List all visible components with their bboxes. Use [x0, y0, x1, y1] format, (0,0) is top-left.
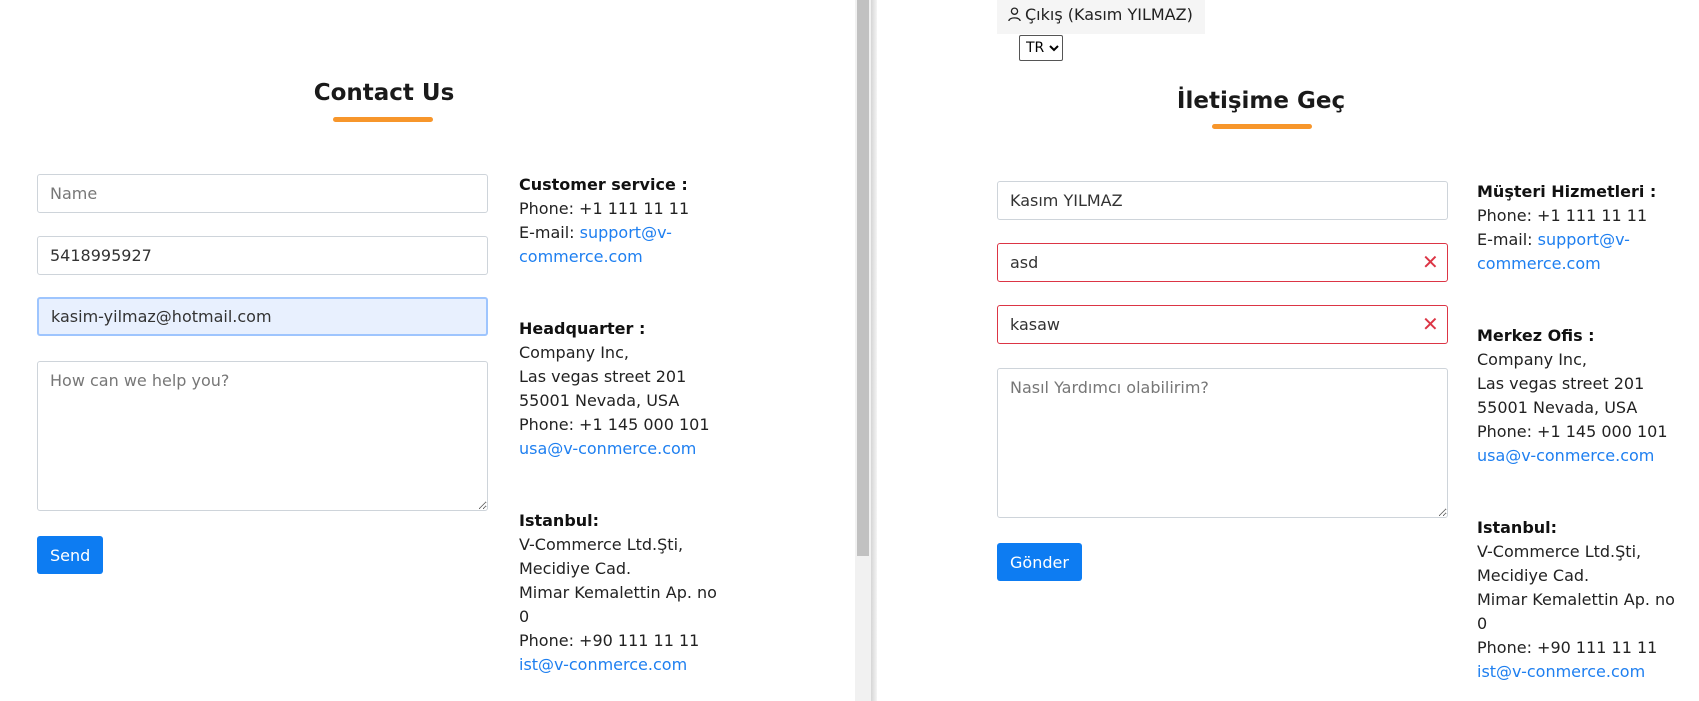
support-email-link-cont[interactable]: commerce.com: [1477, 252, 1697, 276]
hq-line: Company Inc,: [1477, 350, 1587, 369]
istanbul-line: Mecidiye Cad.: [1477, 566, 1590, 585]
customer-service-phone: Phone: +1 111 11 11: [519, 199, 690, 218]
istanbul-line: 0: [1477, 614, 1488, 633]
istanbul-email-link[interactable]: ist@v-conmerce.com: [1477, 660, 1697, 684]
istanbul-email-link[interactable]: ist@v-conmerce.com: [519, 653, 749, 677]
support-email-link-cont[interactable]: commerce.com: [519, 245, 749, 269]
logout-link[interactable]: Çıkış (Kasım YILMAZ): [997, 0, 1205, 34]
user-icon: [1008, 7, 1021, 22]
hq-email-link[interactable]: usa@v-conmerce.com: [519, 437, 749, 461]
istanbul-phone: Phone: +90 111 11 11: [1477, 638, 1658, 657]
hq-line: Company Inc,: [519, 343, 629, 362]
istanbul-label: Istanbul:: [1477, 518, 1558, 537]
scrollbar-thumb[interactable]: [857, 0, 869, 556]
email-prefix: E-mail:: [519, 223, 580, 242]
email-input[interactable]: [37, 297, 488, 336]
phone-input[interactable]: [37, 236, 488, 275]
istanbul-line: V-Commerce Ltd.Şti,: [519, 535, 684, 554]
contact-info: Müşteri Hizmetleri : Phone: +1 111 11 11…: [1477, 180, 1697, 684]
language-select[interactable]: TR: [1019, 35, 1063, 61]
customer-service-phone: Phone: +1 111 11 11: [1477, 206, 1648, 225]
email-input[interactable]: [997, 305, 1448, 344]
vertical-scrollbar[interactable]: [855, 0, 871, 701]
message-textarea[interactable]: [997, 368, 1448, 518]
contact-page-turkish: Çıkış (Kasım YILMAZ) TR İletişime Geç ✕ …: [877, 0, 1699, 701]
headquarter-block: Headquarter : Company Inc, Las vegas str…: [519, 317, 749, 461]
send-button[interactable]: Send: [37, 536, 104, 574]
istanbul-line: 0: [519, 607, 530, 626]
name-input[interactable]: [37, 174, 488, 213]
message-textarea[interactable]: [37, 361, 488, 511]
istanbul-line: Mimar Kemalettin Ap. no: [519, 583, 717, 602]
title-underline: [333, 117, 433, 122]
headquarter-block: Merkez Ofis : Company Inc, Las vegas str…: [1477, 324, 1697, 468]
istanbul-block: Istanbul: V-Commerce Ltd.Şti, Mecidiye C…: [1477, 516, 1697, 684]
customer-service-label: Customer service :: [519, 175, 688, 194]
contact-info: Customer service : Phone: +1 111 11 11 E…: [519, 173, 749, 677]
support-email-link[interactable]: support@v-: [580, 223, 672, 242]
customer-service-label: Müşteri Hizmetleri :: [1477, 182, 1657, 201]
email-error-icon: ✕: [1422, 312, 1439, 336]
page-title: İletişime Geç: [1176, 88, 1346, 114]
hq-phone: Phone: +1 145 000 101: [519, 415, 710, 434]
send-button[interactable]: Gönder: [997, 543, 1082, 581]
customer-service-block: Customer service : Phone: +1 111 11 11 E…: [519, 173, 749, 269]
headquarter-label: Merkez Ofis :: [1477, 326, 1595, 345]
phone-error-icon: ✕: [1422, 250, 1439, 274]
contact-page-english: Contact Us Send Customer service : Phone…: [0, 0, 855, 701]
support-email-link[interactable]: support@v-: [1538, 230, 1630, 249]
istanbul-phone: Phone: +90 111 11 11: [519, 631, 700, 650]
headquarter-label: Headquarter :: [519, 319, 646, 338]
phone-input[interactable]: [997, 243, 1448, 282]
istanbul-line: Mecidiye Cad.: [519, 559, 632, 578]
hq-phone: Phone: +1 145 000 101: [1477, 422, 1668, 441]
istanbul-label: Istanbul:: [519, 511, 600, 530]
istanbul-block: Istanbul: V-Commerce Ltd.Şti, Mecidiye C…: [519, 509, 749, 677]
istanbul-line: Mimar Kemalettin Ap. no: [1477, 590, 1675, 609]
customer-service-block: Müşteri Hizmetleri : Phone: +1 111 11 11…: [1477, 180, 1697, 276]
hq-email-link[interactable]: usa@v-conmerce.com: [1477, 444, 1697, 468]
hq-line: 55001 Nevada, USA: [519, 391, 680, 410]
logout-label: Çıkış (Kasım YILMAZ): [1025, 5, 1193, 24]
name-input[interactable]: [997, 181, 1448, 220]
title-underline: [1212, 124, 1312, 129]
hq-line: 55001 Nevada, USA: [1477, 398, 1638, 417]
hq-line: Las vegas street 201: [519, 367, 687, 386]
hq-line: Las vegas street 201: [1477, 374, 1645, 393]
istanbul-line: V-Commerce Ltd.Şti,: [1477, 542, 1642, 561]
page-title: Contact Us: [313, 80, 455, 106]
email-prefix: E-mail:: [1477, 230, 1538, 249]
